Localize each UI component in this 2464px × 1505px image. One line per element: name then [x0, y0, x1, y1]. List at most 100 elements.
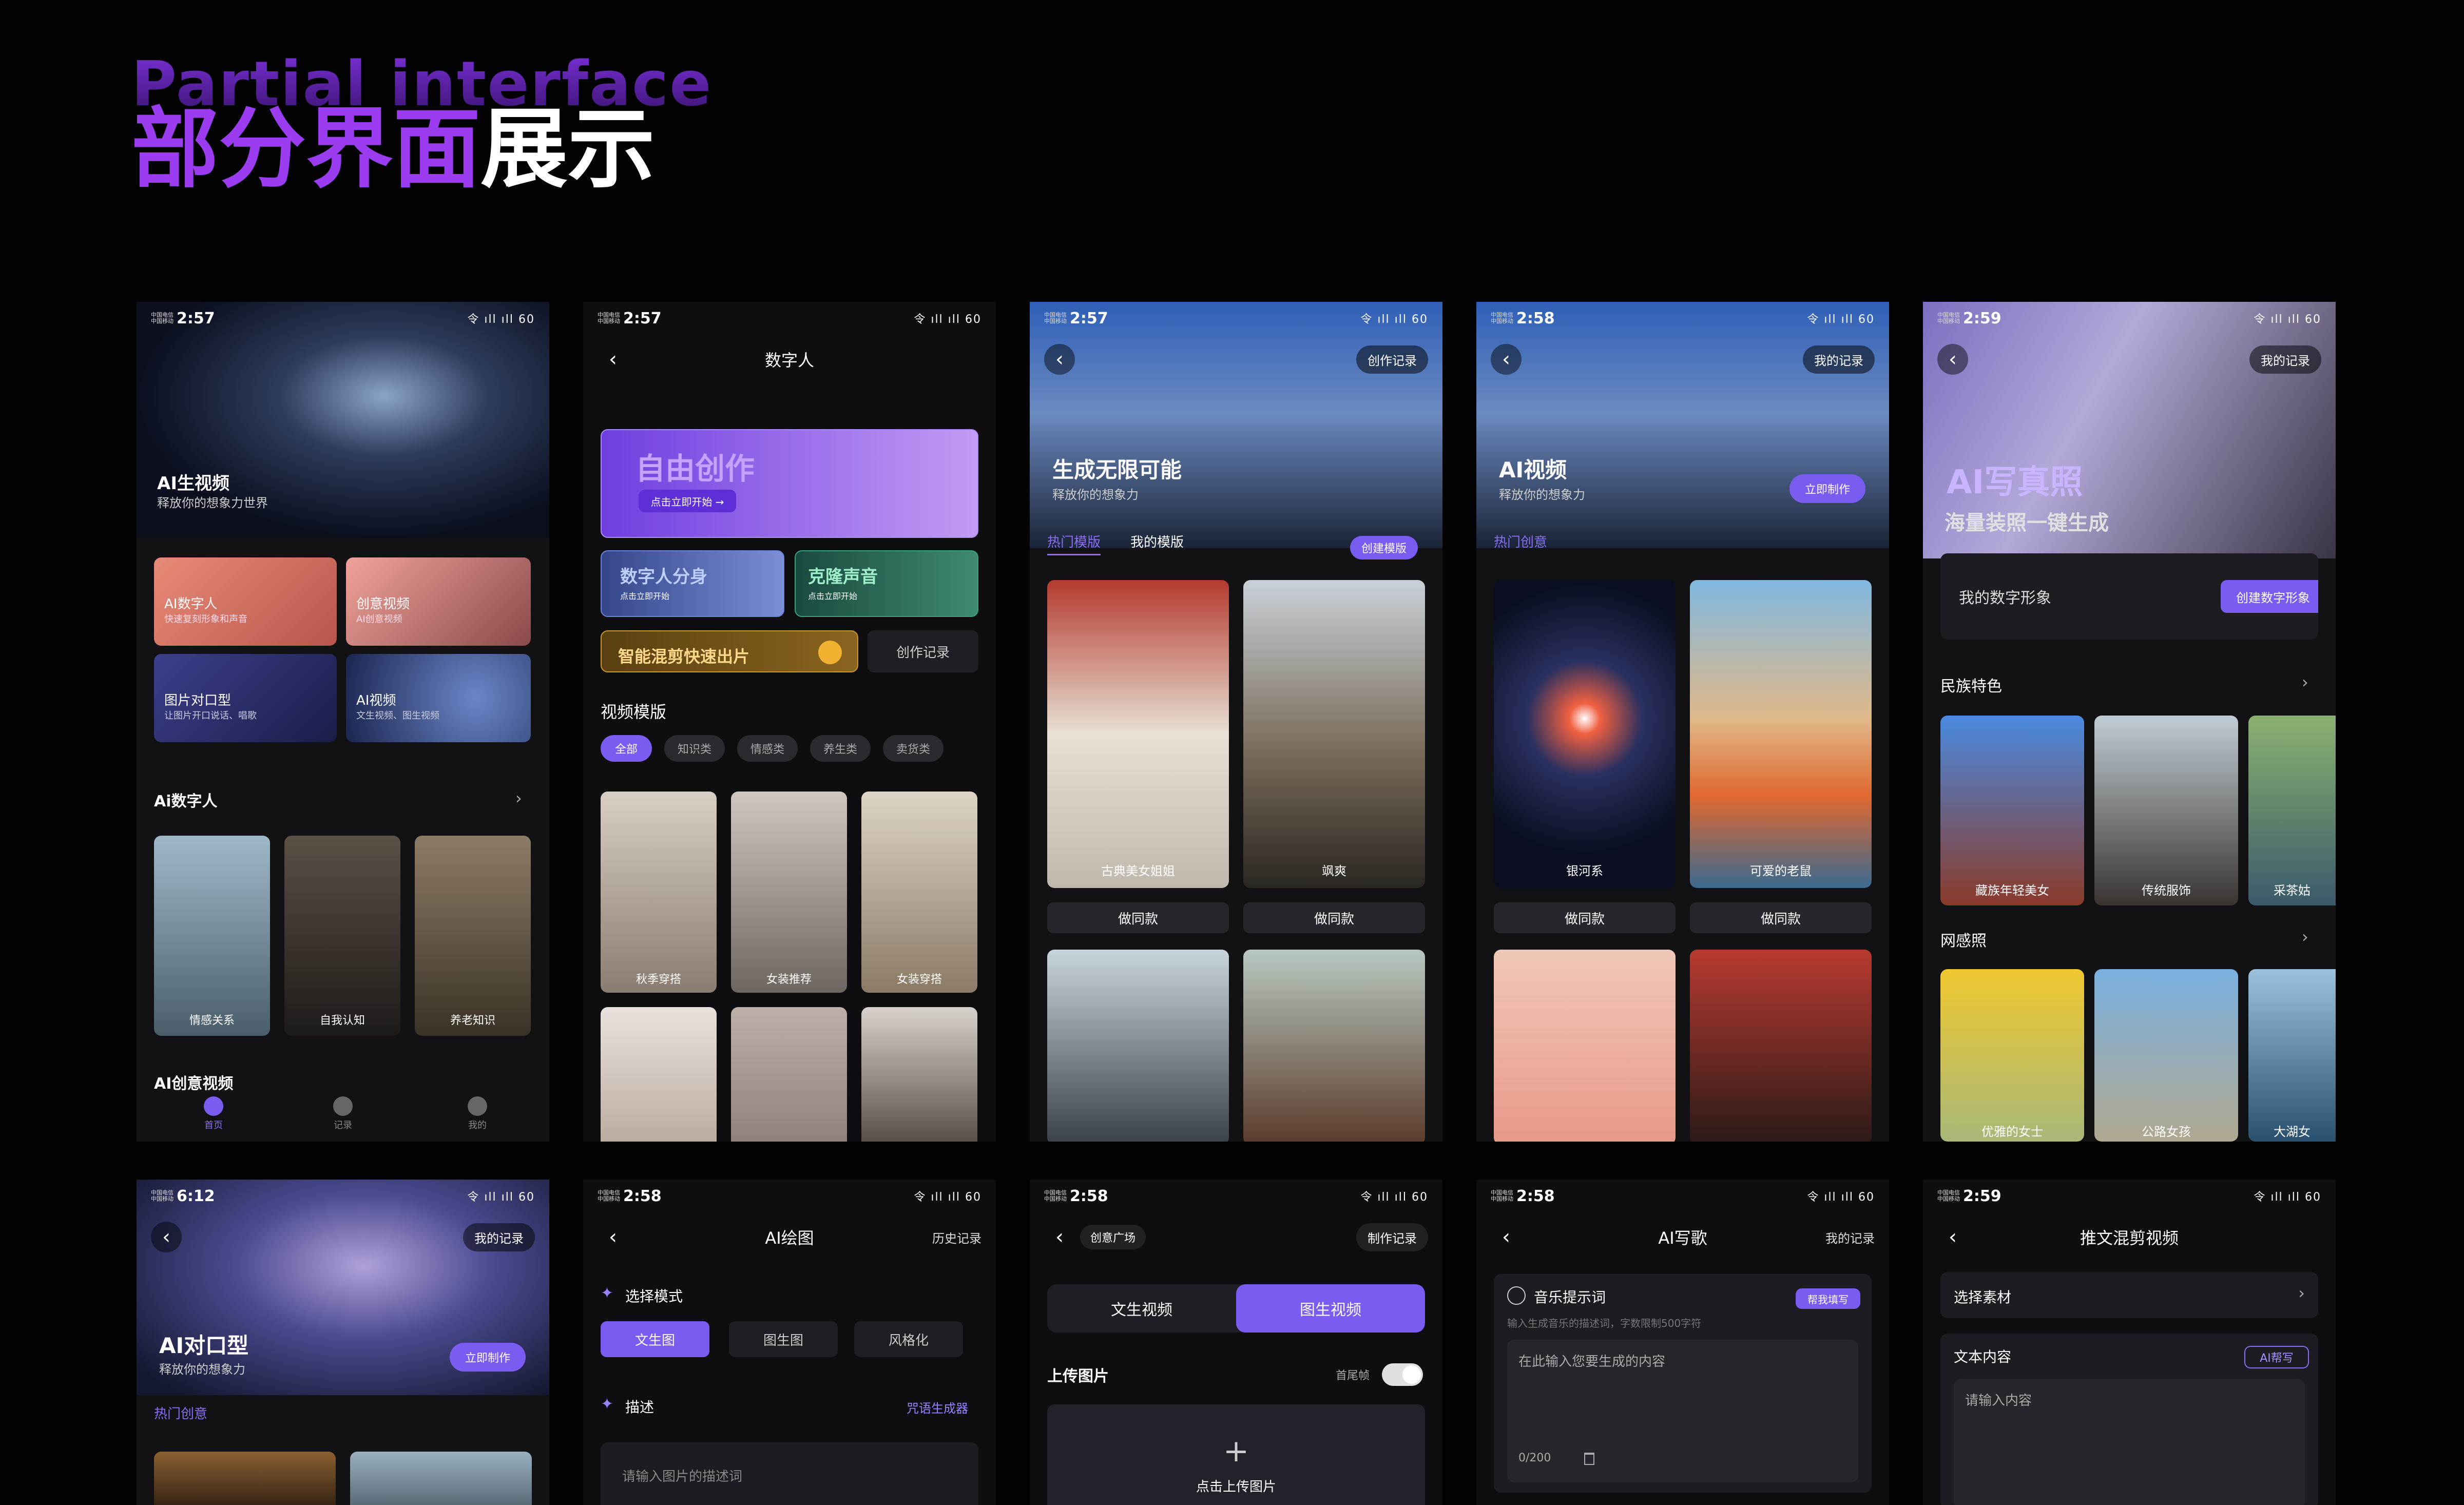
same-style-button[interactable]: 做同款 [1494, 902, 1676, 933]
create-digital-image-button[interactable]: 创建数字形象 [2221, 580, 2318, 613]
phone-ai-songwriting: 中国电信 中国移动 2:58 令 ıll ıll 60 ‹ AI写歌 我的记录 音乐提示词… [1476, 1180, 1889, 1505]
sparkle-icon: ✦ [601, 1395, 614, 1413]
back-arrow-icon[interactable]: ‹ [151, 1222, 182, 1252]
help-fill-button[interactable]: 帮我填写 [1796, 1288, 1860, 1309]
back-arrow-icon[interactable]: ‹ [1937, 344, 1968, 375]
my-records-link[interactable]: 我的记录 [1825, 1228, 1875, 1246]
template-card[interactable]: 女装穿搭 [861, 792, 977, 993]
phone-template-gallery: 中国电信 中国移动 2:57 令 ıll ıll 60 ‹ 创作记录 生成无限可能 释放… [1030, 302, 1442, 1142]
avatar-card-elderly[interactable]: 养老知识 [415, 836, 531, 1036]
back-arrow-icon[interactable]: ‹ [1044, 1222, 1075, 1252]
back-arrow-icon[interactable]: ‹ [1937, 1222, 1968, 1252]
create-template-button[interactable]: 创建模版 [1350, 536, 1418, 559]
feature-card-digital-human[interactable]: AI数字人 快速复刻形象和声音 [154, 557, 337, 646]
lyrics-input[interactable]: 在此输入您要生成的内容 0/200 [1507, 1340, 1858, 1482]
voice-clone-card[interactable]: 克隆声音 点击立即开始 [795, 550, 978, 617]
category-chip[interactable]: 全部 [601, 735, 652, 762]
chevron-right-icon[interactable]: › [2302, 927, 2308, 947]
same-style-button[interactable]: 做同款 [1243, 902, 1425, 933]
history-link[interactable]: 历史记录 [932, 1228, 981, 1246]
template-card[interactable]: 女装推荐 [731, 792, 847, 993]
production-record-button[interactable]: 制作记录 [1356, 1223, 1428, 1251]
ai-write-button[interactable]: AI帮写 [2244, 1346, 2309, 1368]
tab-profile[interactable]: 我的 [457, 1096, 498, 1131]
status-bar: 中国电信 中国移动 6:12 令 ıll ıll 60 [151, 1187, 535, 1205]
back-arrow-icon[interactable]: ‹ [1044, 344, 1075, 375]
free-creation-banner[interactable]: 自由创作 点击立即开始 → [601, 429, 978, 538]
template-card[interactable] [1494, 950, 1676, 1142]
portrait-card[interactable]: 藏族年轻美女 [1940, 716, 2084, 905]
back-arrow-icon[interactable]: ‹ [598, 344, 628, 375]
portrait-card[interactable]: 公路女孩 [2094, 969, 2238, 1142]
status-bar: 中国电信 中国移动 2:58 令 ıll ıll 60 [1044, 1187, 1428, 1205]
feature-card-lip-sync[interactable]: 图片对口型 让图片开口说话、唱歌 [154, 654, 337, 742]
description-input[interactable]: 请输入图片的描述词 [601, 1442, 978, 1505]
chevron-right-icon[interactable]: › [515, 788, 522, 808]
portrait-card[interactable]: 大湖女 [2248, 969, 2336, 1142]
category-chip[interactable]: 养生类 [810, 735, 871, 762]
back-arrow-icon[interactable]: ‹ [1491, 344, 1522, 375]
tab-hot-templates[interactable]: 热门模版 [1047, 532, 1101, 555]
idea-card[interactable] [350, 1452, 532, 1505]
tab-hot-ideas[interactable]: 热门创意 [154, 1403, 207, 1422]
my-records-button[interactable]: 我的记录 [463, 1223, 535, 1251]
tab-hot-ideas[interactable]: 热门创意 [1494, 532, 1547, 551]
mode-text-to-image[interactable]: 文生图 [601, 1321, 709, 1357]
template-card[interactable] [1047, 950, 1229, 1142]
tab-home[interactable]: 首页 [193, 1096, 234, 1131]
template-card-mouse[interactable]: 可爱的老鼠 [1690, 580, 1872, 888]
make-now-button[interactable]: 立即制作 [450, 1343, 526, 1372]
mode-stylize[interactable]: 风格化 [854, 1321, 963, 1357]
template-card-classical[interactable]: 古典美女姐姐 [1047, 580, 1229, 888]
creation-record-button[interactable]: 创作记录 [868, 630, 978, 672]
creation-record-button[interactable]: 创作记录 [1356, 345, 1428, 374]
portrait-card[interactable]: 传统服饰 [2094, 716, 2238, 905]
smart-edit-card[interactable]: 智能混剪快速出片 [601, 630, 858, 672]
feature-card-creative-video[interactable]: 创意视频 AI创意视频 [346, 557, 531, 646]
avatar-card-emotion[interactable]: 情感关系 [154, 836, 270, 1036]
phone-mix-edit-video: 中国电信 中国移动 2:59 令 ıll ıll 60 ‹ 推文混剪视频 选择素材 › 文… [1923, 1180, 2336, 1505]
text-content-input[interactable]: 请输入内容 [1954, 1379, 2305, 1505]
prompt-generator-link[interactable]: 咒语生成器 [907, 1398, 968, 1416]
same-style-button[interactable]: 做同款 [1690, 902, 1872, 933]
portrait-card[interactable]: 采茶姑 [2248, 716, 2336, 905]
select-material-row[interactable]: 选择素材 › [1940, 1272, 2318, 1318]
tab-image-to-video[interactable]: 图生视频 [1236, 1284, 1425, 1333]
template-card[interactable] [861, 1007, 977, 1142]
back-arrow-icon[interactable]: ‹ [1491, 1222, 1522, 1252]
phone-ai-video: 中国电信 中国移动 2:58 令 ıll ıll 60 ‹ 我的记录 AI视频 释放你的… [1476, 302, 1889, 1142]
idea-card[interactable] [154, 1452, 336, 1505]
template-card[interactable] [1690, 950, 1872, 1142]
trash-icon[interactable] [1584, 1453, 1594, 1465]
my-records-button[interactable]: 我的记录 [2249, 345, 2321, 374]
template-card-heroic[interactable]: 飒爽 [1243, 580, 1425, 888]
avatar-card-self[interactable]: 自我认知 [284, 836, 400, 1036]
mode-image-to-image[interactable]: 图生图 [729, 1321, 838, 1357]
same-style-button[interactable]: 做同款 [1047, 902, 1229, 933]
my-records-button[interactable]: 我的记录 [1803, 345, 1875, 374]
template-card[interactable] [601, 1007, 717, 1142]
chevron-right-icon[interactable]: › [2302, 672, 2308, 692]
template-card[interactable] [731, 1007, 847, 1142]
tab-records[interactable]: 记录 [322, 1096, 363, 1131]
digital-avatar-card[interactable]: 数字人分身 点击立即开始 [601, 550, 784, 617]
first-last-frame-toggle[interactable] [1382, 1363, 1423, 1386]
make-now-button[interactable]: 立即制作 [1789, 474, 1865, 503]
nav-bar: ‹ 创作记录 [1030, 341, 1442, 378]
category-chip[interactable]: 情感类 [737, 735, 798, 762]
tab-my-templates[interactable]: 我的模版 [1130, 532, 1184, 551]
portrait-card[interactable]: 优雅的女士 [1940, 969, 2084, 1142]
template-card[interactable]: 秋季穿搭 [601, 792, 717, 993]
creative-plaza-button[interactable]: 创意广场 [1080, 1225, 1146, 1249]
template-card-galaxy[interactable]: 银河系 [1494, 580, 1676, 888]
start-button[interactable]: 点击立即开始 → [639, 490, 736, 512]
template-card[interactable] [1243, 950, 1425, 1142]
category-chip[interactable]: 卖货类 [883, 735, 944, 762]
tab-text-to-video[interactable]: 文生视频 [1047, 1284, 1236, 1333]
nav-title: 推文混剪视频 [2080, 1228, 2179, 1248]
upload-image-area[interactable]: + 点击上传图片 [1047, 1404, 1425, 1505]
back-arrow-icon[interactable]: ‹ [598, 1222, 628, 1252]
plus-icon: + [1223, 1433, 1249, 1469]
category-chip[interactable]: 知识类 [664, 735, 725, 762]
feature-card-ai-video[interactable]: AI视频 文生视频、图生视频 [346, 654, 531, 742]
